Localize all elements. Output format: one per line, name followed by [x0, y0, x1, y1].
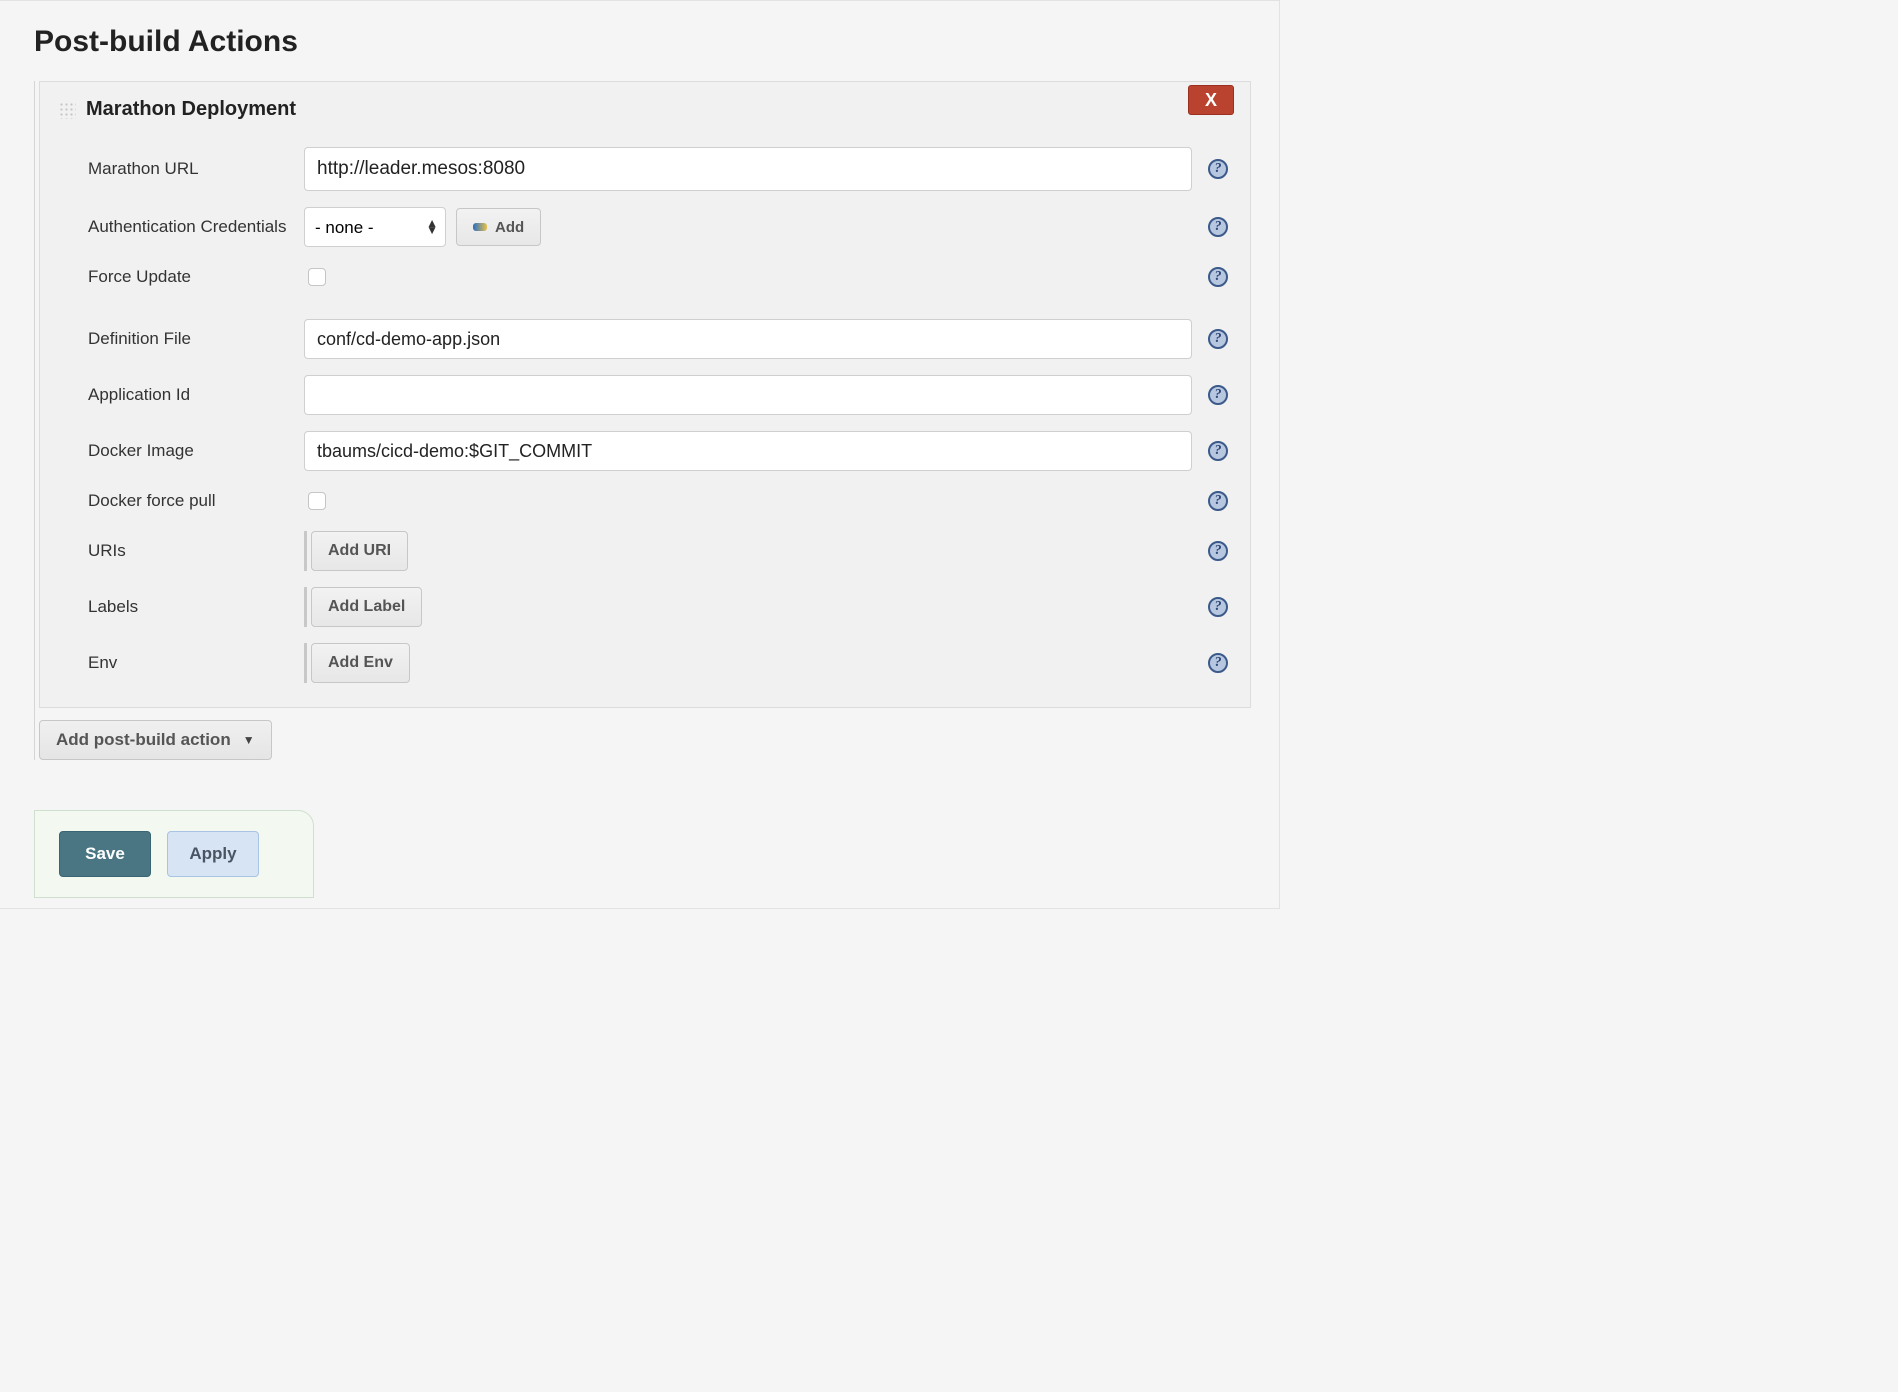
drag-handle-icon[interactable] — [58, 101, 76, 119]
help-icon[interactable]: ? — [1208, 329, 1228, 349]
save-button[interactable]: Save — [59, 831, 151, 877]
definition-file-input[interactable] — [304, 319, 1192, 359]
help-icon[interactable]: ? — [1208, 597, 1228, 617]
add-uri-button[interactable]: Add URI — [311, 531, 408, 571]
marathon-deployment-panel: X Marathon Deployment Marathon URL ? Aut… — [39, 81, 1251, 708]
help-icon[interactable]: ? — [1208, 217, 1228, 237]
help-icon[interactable]: ? — [1208, 267, 1228, 287]
add-env-button[interactable]: Add Env — [311, 643, 410, 683]
close-icon: X — [1205, 90, 1217, 111]
marathon-url-input[interactable] — [304, 147, 1192, 191]
label-marathon-url: Marathon URL — [58, 159, 304, 179]
label-uris: URIs — [58, 541, 304, 561]
help-icon[interactable]: ? — [1208, 385, 1228, 405]
add-credentials-label: Add — [495, 219, 524, 236]
label-env: Env — [58, 653, 304, 673]
label-docker-force-pull: Docker force pull — [58, 491, 304, 511]
add-credentials-button[interactable]: Add — [456, 208, 541, 246]
docker-force-pull-checkbox[interactable] — [308, 492, 326, 510]
add-post-build-action-button[interactable]: Add post-build action ▼ — [39, 720, 272, 760]
key-icon — [473, 223, 487, 231]
apply-button[interactable]: Apply — [167, 831, 259, 877]
add-label-button[interactable]: Add Label — [311, 587, 422, 627]
help-icon[interactable]: ? — [1208, 653, 1228, 673]
force-update-checkbox[interactable] — [308, 268, 326, 286]
docker-image-input[interactable] — [304, 431, 1192, 471]
help-icon[interactable]: ? — [1208, 541, 1228, 561]
help-icon[interactable]: ? — [1208, 159, 1228, 179]
label-docker-image: Docker Image — [58, 441, 304, 461]
label-definition-file: Definition File — [58, 329, 304, 349]
label-force-update: Force Update — [58, 267, 304, 287]
label-auth-credentials: Authentication Credentials — [58, 217, 304, 237]
panel-title: Marathon Deployment — [86, 98, 296, 121]
application-id-input[interactable] — [304, 375, 1192, 415]
footer-actions: Save Apply — [34, 810, 314, 898]
section-title: Post-build Actions — [34, 25, 1251, 59]
help-icon[interactable]: ? — [1208, 441, 1228, 461]
auth-credentials-select[interactable]: - none - — [304, 207, 446, 247]
chevron-down-icon: ▼ — [243, 733, 255, 747]
help-icon[interactable]: ? — [1208, 491, 1228, 511]
add-post-build-action-label: Add post-build action — [56, 730, 231, 750]
label-labels: Labels — [58, 597, 304, 617]
remove-step-button[interactable]: X — [1188, 85, 1234, 115]
label-application-id: Application Id — [58, 385, 304, 405]
